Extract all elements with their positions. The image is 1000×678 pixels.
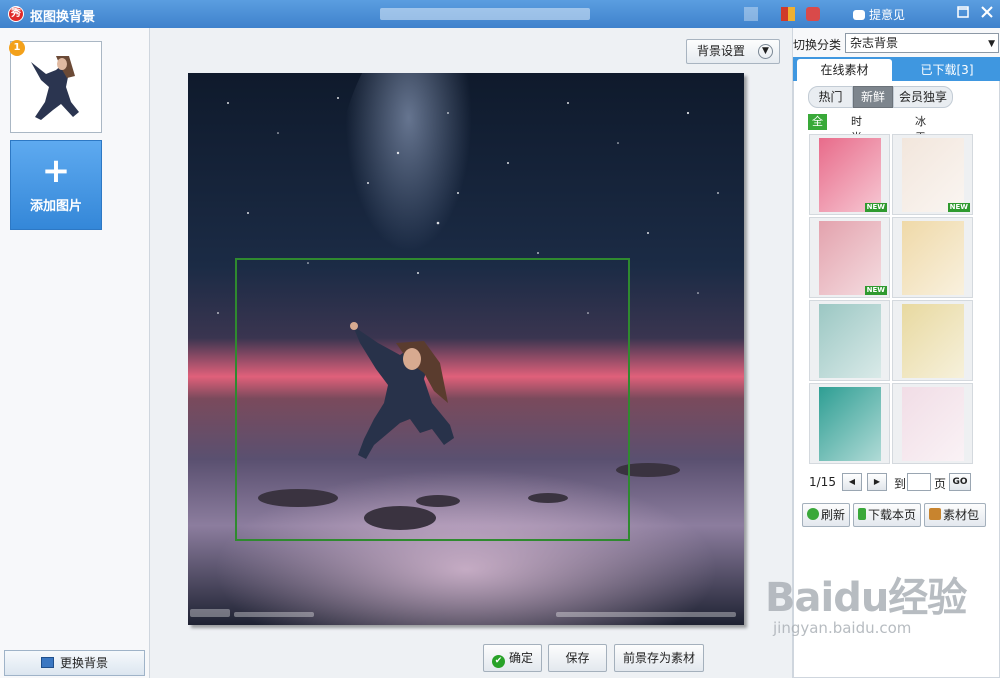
material-thumb[interactable]: NEW [892, 134, 973, 215]
material-thumb[interactable] [809, 383, 890, 464]
material-preview-image [819, 387, 881, 461]
close-icon[interactable] [977, 4, 997, 24]
filter-all[interactable]: 全部 [808, 114, 827, 144]
image-icon [40, 657, 54, 668]
material-thumb[interactable]: NEW [809, 134, 890, 215]
save-button[interactable]: 保存 [548, 644, 607, 672]
material-thumb[interactable] [892, 300, 973, 381]
material-preview-image [819, 138, 881, 212]
material-preview-image [902, 387, 964, 461]
new-badge: NEW [947, 203, 970, 212]
next-page-icon[interactable]: ▶ [867, 473, 887, 491]
preview-canvas[interactable] [188, 73, 744, 625]
download-page-label: 下载本页 [868, 508, 917, 522]
material-tabs: 在线素材 已下载[3] [793, 57, 1000, 81]
material-thumb[interactable] [892, 383, 973, 464]
material-thumb[interactable] [809, 300, 890, 381]
blurred-icon [744, 7, 758, 21]
material-preview-image [819, 304, 881, 378]
sub-tab-member-exclusive[interactable]: 会员独享 [893, 86, 953, 108]
category-label: 切换分类 [793, 38, 842, 52]
add-image-button[interactable]: + 添加图片 [10, 140, 102, 230]
blurred-watermark-left [190, 609, 230, 617]
category-value: 杂志背景 [850, 36, 899, 50]
feedback-button[interactable]: 提意见 [853, 6, 905, 23]
maximize-icon[interactable] [953, 4, 973, 24]
goto-suffix: 页 [934, 477, 947, 491]
page-indicator: 1/15 [809, 475, 836, 489]
package-icon [929, 508, 941, 520]
replace-background-button[interactable]: 更换背景 [4, 650, 145, 676]
gift-icon[interactable] [806, 7, 820, 21]
dropdown-arrow-icon: ▼ [988, 39, 995, 49]
tab-online-materials[interactable]: 在线素材 [797, 59, 892, 81]
background-settings-button[interactable]: 背景设置 ▼ [686, 39, 780, 64]
go-button[interactable]: GO [949, 473, 971, 491]
download-page-button[interactable]: 下载本页 [853, 503, 921, 527]
confirm-button[interactable]: ✔ 确定 [483, 644, 542, 672]
editor-area: 背景设置 ▼ ✔ 确定 保存 前景存为素材 [151, 28, 791, 678]
filter-ice-girl[interactable]: 冰雪girl [915, 114, 933, 160]
download-arrow-icon [858, 508, 866, 520]
image-thumbnail[interactable]: 1 [9, 40, 102, 133]
page-number-input[interactable] [907, 473, 931, 491]
category-select[interactable]: 杂志背景 ▼ [845, 33, 999, 53]
title-bar: 秀 抠图换背景 提意见 [0, 0, 1000, 28]
sub-tab-fresh[interactable]: 新鲜 [853, 86, 893, 108]
refresh-button[interactable]: 刷新 [802, 503, 850, 527]
new-badge: NEW [864, 203, 887, 212]
blurred-watermark-left-text [234, 612, 314, 617]
tab-downloaded[interactable]: 已下载[3] [897, 59, 997, 81]
check-icon: ✔ [491, 655, 505, 668]
image-list-panel: 1 + 添加图片 更换背景 [0, 28, 150, 678]
refresh-label: 刷新 [821, 508, 846, 522]
material-thumb[interactable]: NEW [809, 217, 890, 298]
app-logo-icon: 秀 [8, 6, 24, 22]
sub-tab-hot[interactable]: 热门 [808, 86, 853, 108]
material-pack-button[interactable]: 素材包 [924, 503, 986, 527]
new-badge: NEW [864, 286, 887, 295]
feedback-label: 提意见 [869, 8, 906, 22]
material-preview-image [902, 304, 964, 378]
online-materials-body: 热门 新鲜 会员独享 全部 时尚girl 冰雪girl NEW NEW NEW [793, 81, 1000, 678]
background-settings-label: 背景设置 [697, 44, 746, 58]
confirm-label: 确定 [508, 651, 533, 665]
thumbnail-person-image [11, 42, 101, 132]
goto-prefix: 到 [894, 477, 907, 491]
window-title: 抠图换背景 [30, 10, 96, 25]
blurred-watermark-right [556, 612, 736, 617]
blurred-title-info [380, 8, 590, 20]
filter-fashion-girl[interactable]: 时尚girl [851, 114, 869, 160]
chevron-down-icon: ▼ [758, 44, 773, 59]
skin-icon[interactable] [781, 7, 795, 21]
material-preview-image [902, 138, 964, 212]
material-panel: 切换分类 杂志背景 ▼ 在线素材 已下载[3] 热门 新鲜 会员独享 全部 时尚… [792, 28, 1000, 678]
prev-page-icon[interactable]: ◀ [842, 473, 862, 491]
replace-background-label: 更换背景 [59, 656, 108, 670]
crop-selection-frame[interactable] [235, 258, 630, 541]
material-pack-label: 素材包 [943, 508, 980, 522]
thumbnail-index-badge: 1 [9, 40, 25, 56]
refresh-icon [807, 508, 819, 520]
material-thumb[interactable] [892, 217, 973, 298]
plus-icon: + [41, 151, 71, 191]
material-preview-image [819, 221, 881, 295]
material-preview-image [902, 221, 964, 295]
chat-bubble-icon [853, 10, 865, 20]
save-foreground-as-material-button[interactable]: 前景存为素材 [614, 644, 704, 672]
add-image-label: 添加图片 [29, 199, 82, 214]
